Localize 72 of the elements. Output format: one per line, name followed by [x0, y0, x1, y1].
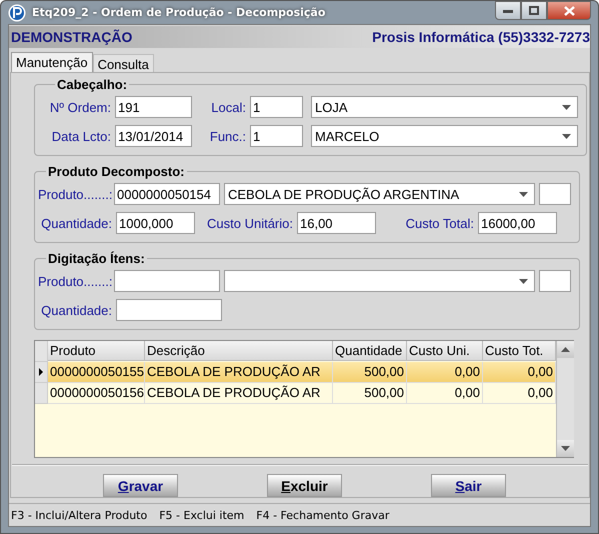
dropdown[interactable]: LOJA	[311, 96, 578, 118]
group-title: Produto Decomposto:	[47, 164, 186, 179]
action-button[interactable]: Excluir	[267, 474, 342, 497]
input-field[interactable]: 16000,00	[478, 212, 557, 234]
close-button[interactable]	[547, 1, 591, 20]
company-name: DEMONSTRAÇÃO	[11, 29, 132, 45]
table-cell: 0000000050156	[48, 383, 145, 404]
input-field[interactable]	[114, 270, 220, 292]
window-title: Etq209_2 - Ordem de Produção - Decomposição	[32, 6, 326, 19]
field-label: Func.:	[208, 128, 246, 144]
input-field[interactable]: 16,00	[297, 212, 376, 234]
input-field[interactable]: 191	[115, 96, 192, 118]
table-cell: 500,00	[333, 383, 407, 404]
shortcut-hint: F3 - Inclui/Altera Produto	[11, 508, 148, 522]
close-icon	[564, 6, 574, 16]
column-header[interactable]: Custo Tot.	[483, 341, 556, 361]
field-label: Produto.......:	[38, 274, 110, 288]
group-title: Cabeçalho:	[56, 77, 128, 92]
field-label: Nº Ordem:	[48, 100, 111, 114]
input-field[interactable]	[539, 270, 571, 292]
input-field[interactable]: 1000,000	[116, 212, 195, 234]
input-field[interactable]: 13/01/2014	[115, 125, 192, 147]
dropdown[interactable]: MARCELO	[311, 125, 578, 147]
company-contact: Prosis Informática (55)3332-7273	[372, 29, 590, 45]
field-label: Local:	[210, 100, 246, 114]
scroll-up-icon	[561, 347, 570, 352]
caret-icon	[519, 192, 528, 196]
field-label: Quantidade:	[40, 302, 112, 318]
field-label: Produto.......:	[38, 186, 110, 202]
input-field[interactable]: 0000000050154	[114, 183, 220, 205]
table-corner	[35, 341, 48, 362]
input-field[interactable]	[116, 299, 222, 321]
caret-icon	[562, 104, 571, 110]
table-row[interactable]: 0000000050155 CEBOLA DE PRODUÇÃO AR 500,00 0,00 0,00	[35, 362, 556, 383]
caret-icon	[562, 134, 571, 138]
action-button[interactable]: Gravar	[103, 474, 178, 497]
dropdown[interactable]: CEBOLA DE PRODUÇÃO ARGENTINA	[224, 183, 535, 205]
tab[interactable]: Consulta	[92, 54, 154, 72]
app-logo-icon	[8, 4, 26, 22]
table-cell: CEBOLA DE PRODUÇÃO AR	[145, 383, 333, 404]
table-cell: 0,00	[483, 362, 556, 383]
dropdown[interactable]	[224, 270, 535, 292]
minimize-button[interactable]	[495, 1, 521, 20]
table-row[interactable]: 0000000050156 CEBOLA DE PRODUÇÃO AR 500,00 0,00 0,00	[35, 383, 556, 404]
scroll-down-icon	[561, 446, 570, 451]
caret-icon	[519, 278, 528, 284]
input-field[interactable]: 1	[250, 125, 303, 147]
action-button[interactable]: Sair	[431, 474, 506, 497]
column-header[interactable]: Produto	[48, 341, 145, 361]
table-cell: 0000000050155	[48, 362, 145, 383]
row-pointer-icon	[39, 368, 43, 376]
input-field[interactable]: 1	[250, 96, 303, 118]
scrollbar[interactable]	[556, 341, 574, 457]
field-label: Data Lcto:	[50, 128, 111, 144]
field-label: Custo Unitário:	[207, 216, 293, 230]
maximize-button[interactable]	[521, 1, 547, 20]
minimize-icon	[503, 8, 513, 12]
table-cell: 0,00	[407, 383, 483, 404]
maximize-icon	[529, 6, 539, 15]
column-header[interactable]: Descrição	[145, 341, 333, 361]
table-cell: 500,00	[333, 362, 407, 383]
group-title: Digitação Ítens:	[47, 251, 146, 266]
field-label: Quantidade:	[40, 216, 112, 230]
shortcut-hint: F5 - Exclui item	[159, 508, 244, 522]
shortcut-hint: F4 - Fechamento Gravar	[256, 508, 390, 522]
table-cell: 0,00	[407, 362, 483, 383]
column-header[interactable]: Quantidade	[333, 341, 407, 361]
column-header[interactable]: Custo Uni.	[407, 341, 483, 361]
field-label: Custo Total:	[404, 216, 474, 230]
tab[interactable]: Manutenção	[11, 52, 93, 72]
input-field[interactable]	[539, 183, 571, 205]
table-cell: CEBOLA DE PRODUÇÃO AR	[145, 362, 333, 383]
